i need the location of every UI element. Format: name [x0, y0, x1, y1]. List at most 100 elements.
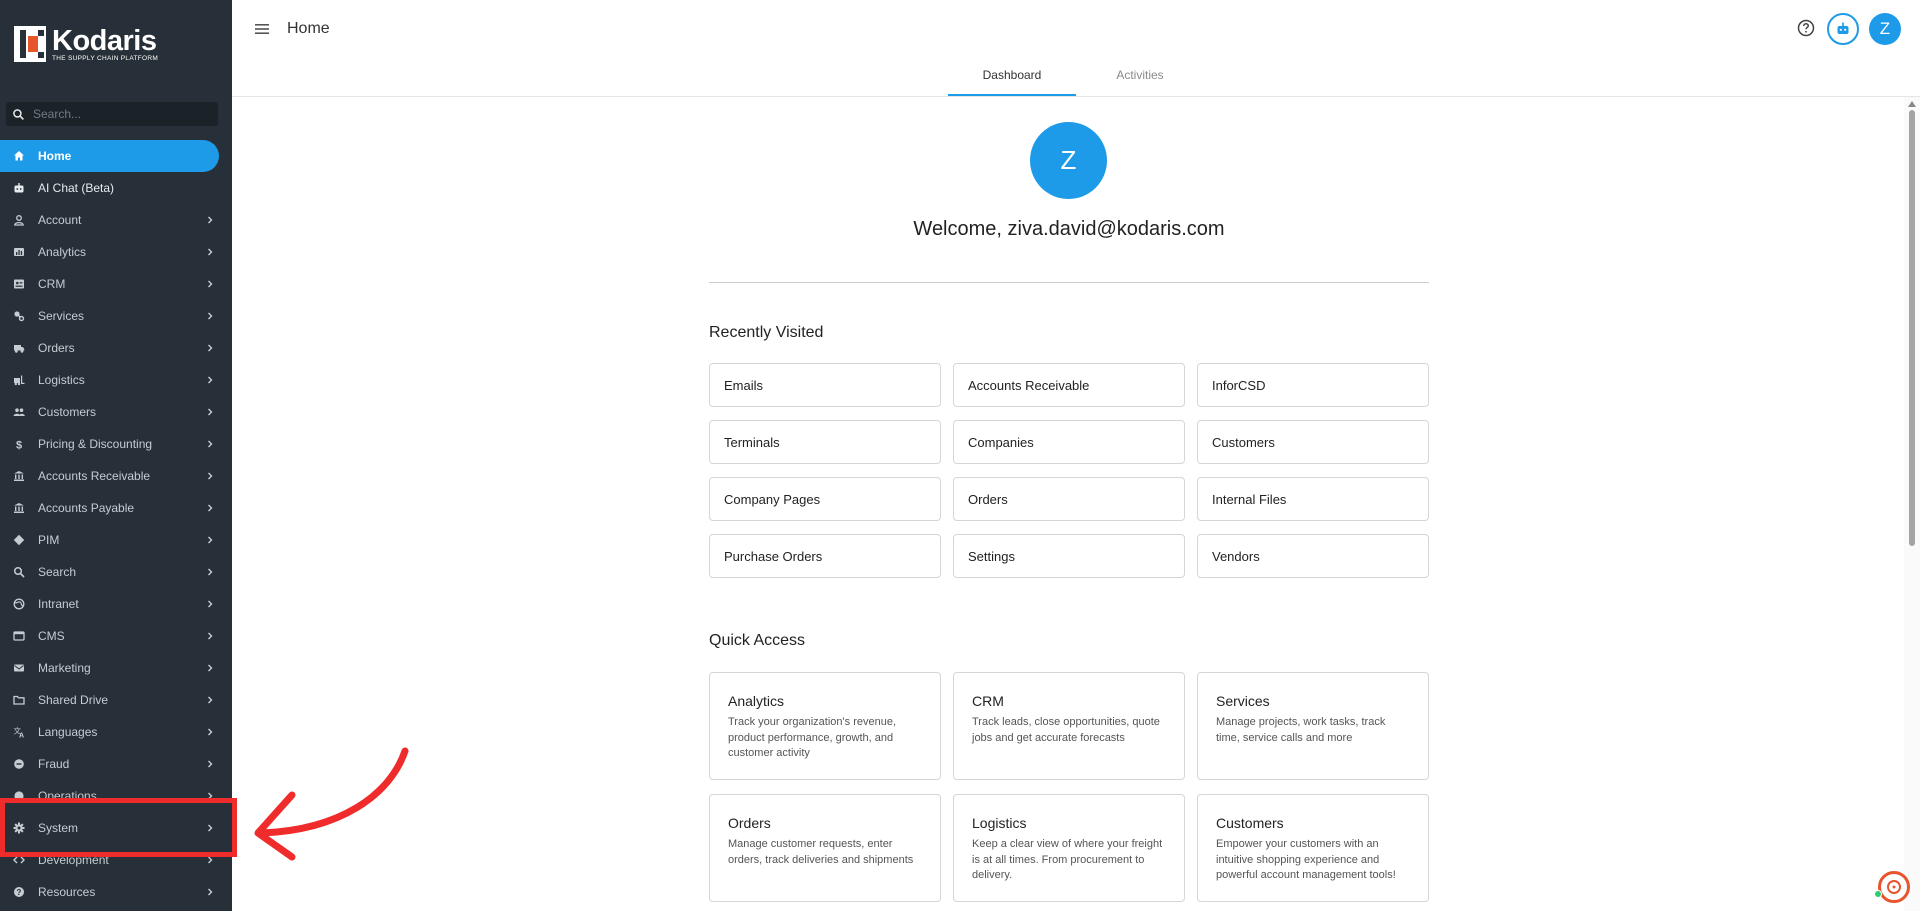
- recently-visited-card[interactable]: Purchase Orders: [709, 534, 941, 578]
- recently-visited-card[interactable]: Companies: [953, 420, 1185, 464]
- sidebar-item-pricing-discounting[interactable]: $ Pricing & Discounting: [0, 428, 232, 460]
- sidebar-item-label: Home: [38, 149, 72, 163]
- sidebar-item-label: AI Chat (Beta): [38, 181, 115, 195]
- recently-visited-title: Recently Visited: [709, 324, 824, 341]
- chart-icon: [13, 246, 25, 258]
- recently-visited-card[interactable]: Vendors: [1197, 534, 1429, 578]
- sidebar-item-label: Accounts Receivable: [38, 469, 151, 483]
- recently-visited-card[interactable]: Settings: [953, 534, 1185, 578]
- sidebar-item-cms[interactable]: CMS: [0, 620, 232, 652]
- quick-access-card-title: Logistics: [972, 815, 1027, 831]
- globe-icon: [13, 598, 25, 610]
- quick-access-card-description: Manage customer requests, enter orders, …: [728, 838, 914, 866]
- sidebar-item-accounts-payable[interactable]: Accounts Payable: [0, 492, 232, 524]
- chevron-right-icon: [204, 246, 216, 258]
- help-icon[interactable]: [1797, 19, 1815, 37]
- recently-visited-card[interactable]: InforCSD: [1197, 363, 1429, 407]
- scroll-up-arrow-icon[interactable]: [1908, 101, 1916, 107]
- sidebar-item-customers[interactable]: Customers: [0, 396, 232, 428]
- brand-tagline: THE SUPPLY CHAIN PLATFORM: [52, 54, 159, 62]
- recently-visited-card[interactable]: Customers: [1197, 420, 1429, 464]
- online-status-dot: [1874, 890, 1882, 898]
- chevron-right-icon: [204, 566, 216, 578]
- sidebar-item-label: Analytics: [38, 245, 87, 259]
- sidebar-item-orders[interactable]: Orders: [0, 332, 232, 364]
- sidebar: Kodaris THE SUPPLY CHAIN PLATFORM HomeAI…: [0, 0, 232, 911]
- svg-text:$: $: [16, 440, 22, 451]
- ai-chat-button[interactable]: [1827, 13, 1859, 45]
- sidebar-item-logistics[interactable]: Logistics: [0, 364, 232, 396]
- sidebar-item-ai-chat-beta[interactable]: AI Chat (Beta): [0, 172, 232, 204]
- sidebar-item-accounts-receivable[interactable]: Accounts Receivable: [0, 460, 232, 492]
- sidebar-item-services[interactable]: Services: [0, 300, 232, 332]
- recently-visited-card[interactable]: Emails: [709, 363, 941, 407]
- sidebar-item-label: CRM: [38, 277, 66, 291]
- sidebar-item-label: Search: [38, 565, 77, 579]
- sidebar-item-fraud[interactable]: Fraud: [0, 748, 232, 780]
- chevron-right-icon: [204, 342, 216, 354]
- kodaris-logo-mark: [14, 26, 46, 62]
- svg-text:A: A: [19, 733, 24, 739]
- sidebar-item-label: Fraud: [38, 757, 70, 771]
- sidebar-item-account[interactable]: Account: [0, 204, 232, 236]
- quick-access-card[interactable]: Customers Empower your customers with an …: [1197, 794, 1429, 902]
- people-icon: [13, 406, 25, 418]
- home-icon: [13, 150, 25, 162]
- hamburger-menu-icon[interactable]: [254, 21, 270, 37]
- forklift-icon: [13, 374, 25, 386]
- quick-access-card-description: Track your organization's revenue, produ…: [728, 716, 896, 759]
- user-avatar[interactable]: Z: [1869, 13, 1901, 45]
- wrench-icon: [13, 310, 25, 322]
- sidebar-search-input[interactable]: [33, 107, 203, 121]
- bank-icon: [13, 502, 25, 514]
- quick-access-card[interactable]: Logistics Keep a clear view of where your…: [953, 794, 1185, 902]
- quick-access-card-title: CRM: [972, 693, 1004, 709]
- chevron-right-icon: [204, 374, 216, 386]
- robot-icon: [1837, 22, 1849, 34]
- sidebar-item-pim[interactable]: PIM: [0, 524, 232, 556]
- sidebar-item-marketing[interactable]: Marketing: [0, 652, 232, 684]
- support-chat-button[interactable]: [1878, 871, 1910, 903]
- quick-access-card[interactable]: Analytics Track your organization's reven…: [709, 672, 941, 780]
- chevron-right-icon: [204, 438, 216, 450]
- sidebar-item-shared-drive[interactable]: Shared Drive: [0, 684, 232, 716]
- sidebar-item-crm[interactable]: CRM: [0, 268, 232, 300]
- sidebar-item-label: Accounts Payable: [38, 501, 135, 515]
- quick-access-card-title: Customers: [1216, 815, 1284, 831]
- quick-access-card[interactable]: CRM Track leads, close opportunities, quo…: [953, 672, 1185, 780]
- recently-visited-card[interactable]: Internal Files: [1197, 477, 1429, 521]
- sidebar-item-resources[interactable]: ? Resources: [0, 876, 232, 908]
- chevron-right-icon: [204, 886, 216, 898]
- truck-icon: [13, 342, 25, 354]
- recently-visited-card[interactable]: Company Pages: [709, 477, 941, 521]
- quick-access-card[interactable]: Services Manage projects, work tasks, tra…: [1197, 672, 1429, 780]
- tab-bar: Dashboard Activities: [232, 60, 1920, 97]
- sidebar-item-search[interactable]: Search: [0, 556, 232, 588]
- sidebar-item-home[interactable]: Home: [0, 140, 219, 172]
- recently-visited-card[interactable]: Terminals: [709, 420, 941, 464]
- quick-access-card-title: Services: [1216, 693, 1270, 709]
- top-bar: Home Z: [232, 0, 1920, 60]
- chat-icon: [1887, 880, 1901, 894]
- chevron-right-icon: [204, 214, 216, 226]
- translate-icon: 文A: [13, 726, 25, 738]
- sidebar-item-analytics[interactable]: Analytics: [0, 236, 232, 268]
- tab-activities[interactable]: Activities: [1076, 60, 1204, 96]
- browser-icon: [13, 630, 25, 642]
- chevron-right-icon: [204, 534, 216, 546]
- scrollbar-thumb[interactable]: [1909, 110, 1915, 546]
- sidebar-item-label: Logistics: [38, 373, 85, 387]
- sidebar-item-languages[interactable]: 文 A Languages: [0, 716, 232, 748]
- kodaris-logo[interactable]: Kodaris THE SUPPLY CHAIN PLATFORM: [14, 26, 158, 62]
- sidebar-item-label: PIM: [38, 533, 60, 547]
- recently-visited-card[interactable]: Accounts Receivable: [953, 363, 1185, 407]
- sidebar-item-label: Customers: [38, 405, 97, 419]
- sidebar-item-label: Account: [38, 213, 82, 227]
- recently-visited-card[interactable]: Orders: [953, 477, 1185, 521]
- chevron-right-icon: [204, 662, 216, 674]
- sidebar-nav: Home AI Chat (Beta) Account Analytics CRM Ser…: [0, 140, 232, 908]
- sidebar-item-label: Intranet: [38, 597, 79, 611]
- tab-dashboard[interactable]: Dashboard: [948, 60, 1076, 96]
- sidebar-item-intranet[interactable]: Intranet: [0, 588, 232, 620]
- quick-access-card[interactable]: Orders Manage customer requests, enter or…: [709, 794, 941, 902]
